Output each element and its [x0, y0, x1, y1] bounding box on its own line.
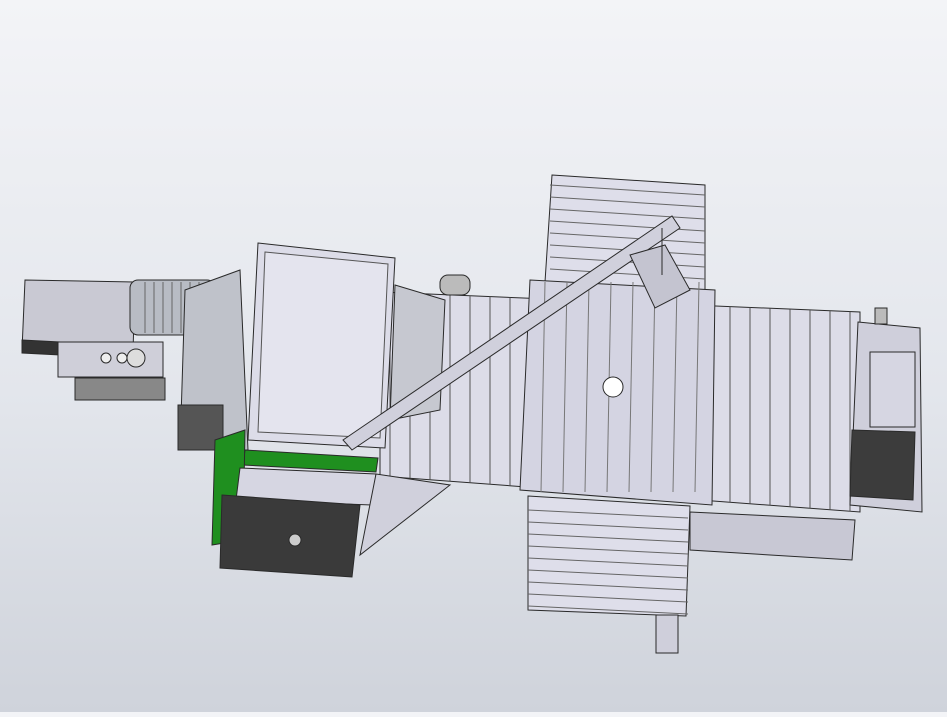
- carriage-hole: [603, 377, 623, 397]
- cable-chain: [690, 512, 855, 560]
- lower-bracket: [656, 615, 678, 653]
- cad-3d-viewport[interactable]: [0, 0, 947, 712]
- base-slope: [360, 474, 450, 555]
- machine-model: [0, 0, 947, 712]
- lower-slat-cover: [528, 496, 690, 616]
- right-housing-shadow: [850, 430, 915, 500]
